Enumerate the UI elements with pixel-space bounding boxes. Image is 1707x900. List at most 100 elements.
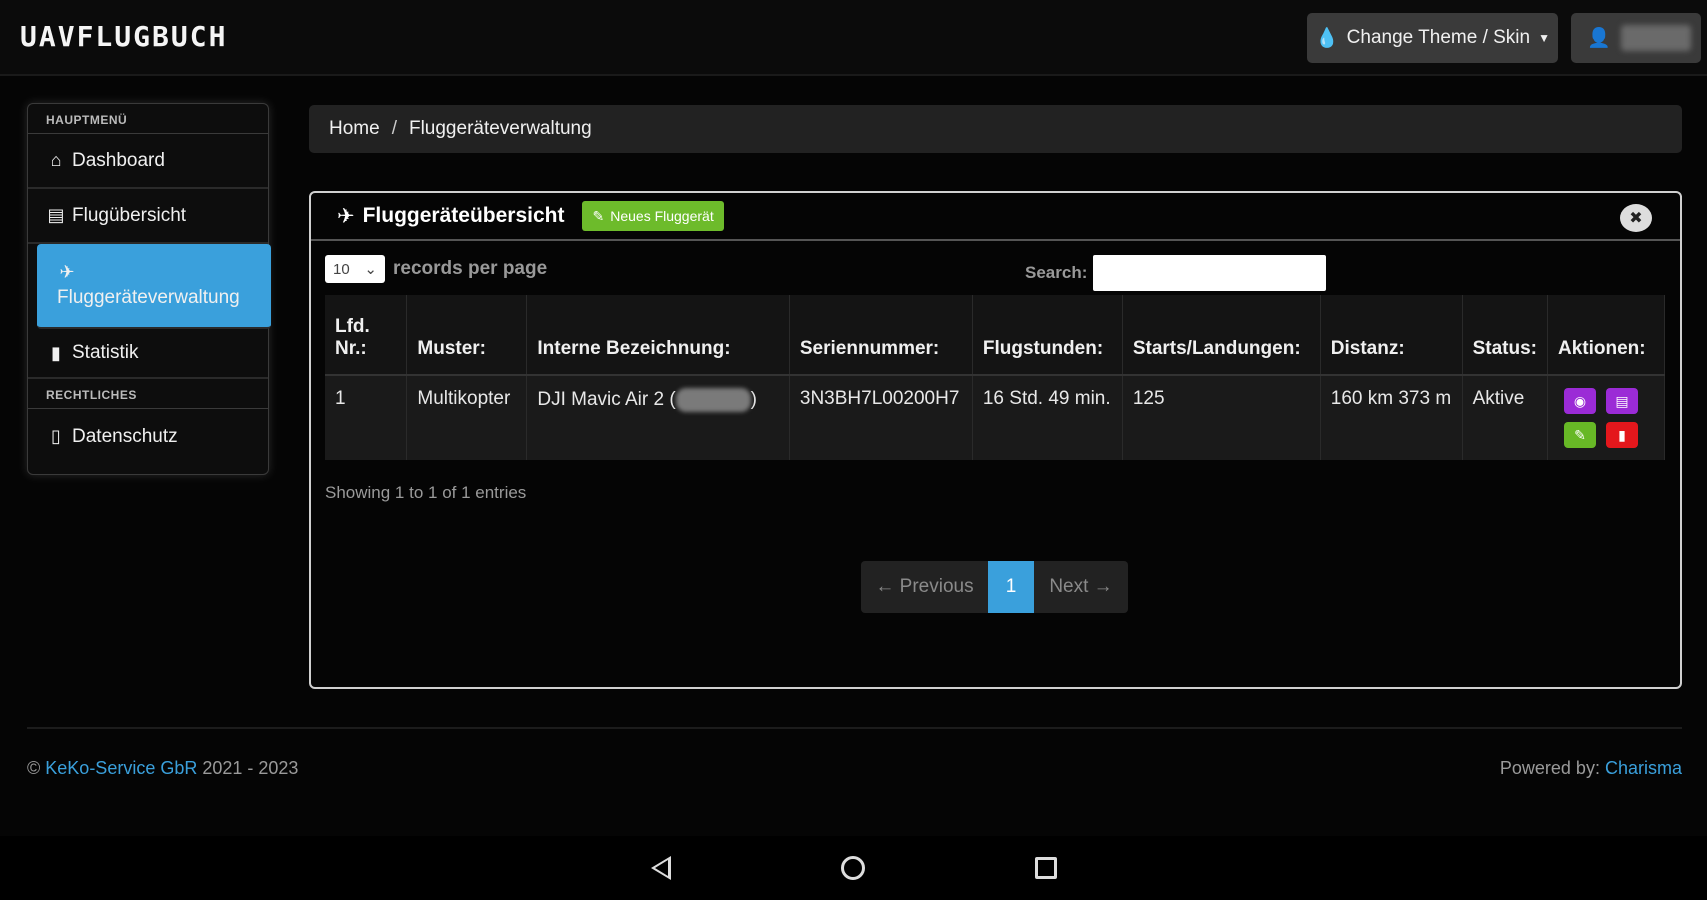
col-flugstunden[interactable]: Flugstunden:: [972, 295, 1123, 375]
col-interne-bezeichnung[interactable]: Interne Bezeichnung:: [526, 295, 790, 375]
edit-icon: ✎: [1574, 426, 1586, 443]
cell-bezeichnung: DJI Mavic Air 2 (): [526, 374, 790, 460]
details-button[interactable]: ▤: [1605, 388, 1638, 414]
home-icon: ⌂: [50, 150, 62, 170]
copyright-symbol: ©: [27, 758, 41, 778]
sidebar-item-label: Statistik: [72, 342, 139, 363]
sidebar-item-label: Flugübersicht: [72, 204, 187, 226]
bezeichnung-prefix: DJI Mavic Air 2 (: [537, 389, 676, 411]
edit-button[interactable]: ✎: [1563, 422, 1596, 448]
close-panel-button[interactable]: ✖: [1620, 204, 1652, 232]
close-icon: ✖: [1629, 210, 1643, 227]
page-1-button[interactable]: 1: [988, 561, 1034, 613]
charisma-link[interactable]: Charisma: [1605, 758, 1682, 778]
col-lfd-nr[interactable]: Lfd. Nr.:: [325, 295, 408, 375]
col-distanz[interactable]: Distanz:: [1320, 295, 1463, 375]
next-page-button[interactable]: Next →: [1034, 561, 1128, 613]
plane-icon: ✈: [337, 204, 355, 228]
bar-chart-icon: ▮: [51, 342, 61, 363]
sidebar-item-label: Datenschutz: [72, 425, 178, 447]
page-size-value: 10: [333, 260, 350, 278]
col-seriennummer[interactable]: Seriennummer:: [789, 295, 973, 375]
recent-apps-icon[interactable]: [1034, 857, 1057, 879]
cell-hours: 16 Std. 49 min.: [972, 374, 1123, 460]
copyright-years: 2021 - 2023: [202, 758, 299, 778]
delete-button[interactable]: ▮: [1605, 422, 1638, 448]
table-info: Showing 1 to 1 of 1 entries: [325, 483, 527, 502]
chevron-down-icon: ⌄: [364, 261, 377, 278]
cell-distance: 160 km 373 m: [1320, 374, 1463, 460]
plane-icon: ✈: [59, 262, 75, 282]
sidebar-item-fluggerateverwaltung[interactable]: ✈ Fluggeräteverwaltung: [37, 244, 271, 329]
table-row: 1 Multikopter DJI Mavic Air 2 () 3N3BH7L…: [325, 374, 1666, 460]
edit-icon: ✎: [592, 207, 605, 224]
sidebar-item-label: Dashboard: [72, 149, 165, 171]
company-link[interactable]: KeKo-Service GbR: [45, 758, 197, 778]
table-controls: 10 ⌄ records per page Search:: [325, 255, 1665, 295]
search-input[interactable]: [1093, 255, 1327, 291]
table-header-row: Lfd. Nr.: Muster: Interne Bezeichnung: S…: [325, 295, 1666, 375]
panel-header: ✈ Fluggeräteübersicht ✎ Neues Fluggerät …: [311, 193, 1680, 241]
pagination: ← Previous 1 Next →: [861, 561, 1128, 613]
col-aktionen: Aktionen:: [1547, 295, 1666, 375]
bezeichnung-suffix: ): [750, 389, 757, 411]
cell-nr: 1: [325, 374, 408, 460]
brand-logo[interactable]: UAVFLUGBUCH: [20, 20, 227, 53]
trash-icon: ▮: [1618, 426, 1626, 443]
list-icon: ▤: [1615, 392, 1629, 409]
cell-starts: 125: [1122, 374, 1321, 460]
footer-powered: Powered by: Charisma: [1500, 758, 1682, 779]
cell-serial: 3N3BH7L00200H7: [789, 374, 973, 460]
sidebar-item-label: Fluggeräteverwaltung: [57, 287, 240, 308]
user-icon: 👤: [1587, 28, 1611, 49]
previous-page-button[interactable]: ← Previous: [861, 561, 988, 613]
document-icon: ▯: [51, 426, 61, 446]
top-navbar: UAVFLUGBUCH 💧 Change Theme / Skin ▼ 👤: [0, 0, 1707, 76]
back-icon[interactable]: [650, 856, 671, 880]
cell-status: Aktive: [1462, 374, 1548, 460]
home-circle-icon[interactable]: [840, 856, 865, 880]
change-theme-label: Change Theme / Skin: [1346, 27, 1531, 48]
col-starts-landungen[interactable]: Starts/Landungen:: [1122, 295, 1321, 375]
aircraft-overview-panel: ✈ Fluggeräteübersicht ✎ Neues Fluggerät …: [309, 191, 1682, 689]
cell-actions: ◉ ▤ ✎ ▮: [1547, 374, 1666, 460]
breadcrumb-current: Fluggeräteverwaltung: [408, 118, 592, 139]
sidebar-section-legal: RECHTLICHES: [28, 379, 268, 409]
col-muster[interactable]: Muster:: [406, 295, 528, 375]
eye-icon: ◉: [1573, 392, 1587, 409]
cell-muster: Multikopter: [406, 374, 528, 460]
records-per-page: 10 ⌄ records per page: [325, 255, 547, 283]
new-aircraft-button[interactable]: ✎ Neues Fluggerät: [582, 201, 724, 231]
user-menu-button[interactable]: 👤: [1571, 13, 1701, 63]
sidebar-section-main: HAUPTMENÜ: [28, 104, 268, 134]
breadcrumb-home[interactable]: Home: [329, 118, 380, 140]
sidebar-item-datenschutz[interactable]: ▯ Datenschutz: [28, 409, 268, 464]
search-label: Search:: [1025, 263, 1088, 282]
sidebar-item-flugubersicht[interactable]: ▤ Flugübersicht: [28, 189, 268, 244]
system-nav-bar: [0, 836, 1707, 900]
panel-title: ✈ Fluggeräteübersicht: [337, 204, 564, 229]
aircraft-table: Lfd. Nr.: Muster: Interne Bezeichnung: S…: [325, 295, 1666, 460]
breadcrumb: Home / Fluggeräteverwaltung: [309, 105, 1682, 153]
col-status[interactable]: Status:: [1462, 295, 1548, 375]
user-name-redacted: [1620, 25, 1691, 51]
page-size-select[interactable]: 10 ⌄: [325, 255, 385, 283]
per-page-label: records per page: [393, 258, 548, 279]
panel-title-text: Fluggeräteübersicht: [362, 204, 565, 227]
new-aircraft-label: Neues Fluggerät: [610, 208, 714, 224]
redacted-name: [675, 388, 751, 412]
breadcrumb-separator: /: [391, 118, 397, 139]
list-icon: ▤: [47, 205, 65, 225]
sidebar-item-statistik[interactable]: ▮ Statistik: [28, 329, 268, 379]
search-group: Search:: [1025, 255, 1327, 291]
sidebar-item-dashboard[interactable]: ⌂ Dashboard: [28, 134, 268, 189]
powered-label: Powered by:: [1499, 758, 1600, 778]
footer-copyright: © KeKo-Service GbR 2021 - 2023: [27, 758, 298, 779]
footer-divider: [27, 727, 1682, 729]
view-button[interactable]: ◉: [1563, 388, 1596, 414]
tint-icon: 💧: [1315, 28, 1339, 49]
sidebar: HAUPTMENÜ ⌂ Dashboard ▤ Flugübersicht ✈ …: [27, 103, 271, 475]
row-actions: ◉ ▤ ✎ ▮: [1563, 388, 1654, 448]
change-theme-button[interactable]: 💧 Change Theme / Skin ▼: [1307, 13, 1558, 63]
caret-down-icon: ▼: [1538, 31, 1550, 45]
